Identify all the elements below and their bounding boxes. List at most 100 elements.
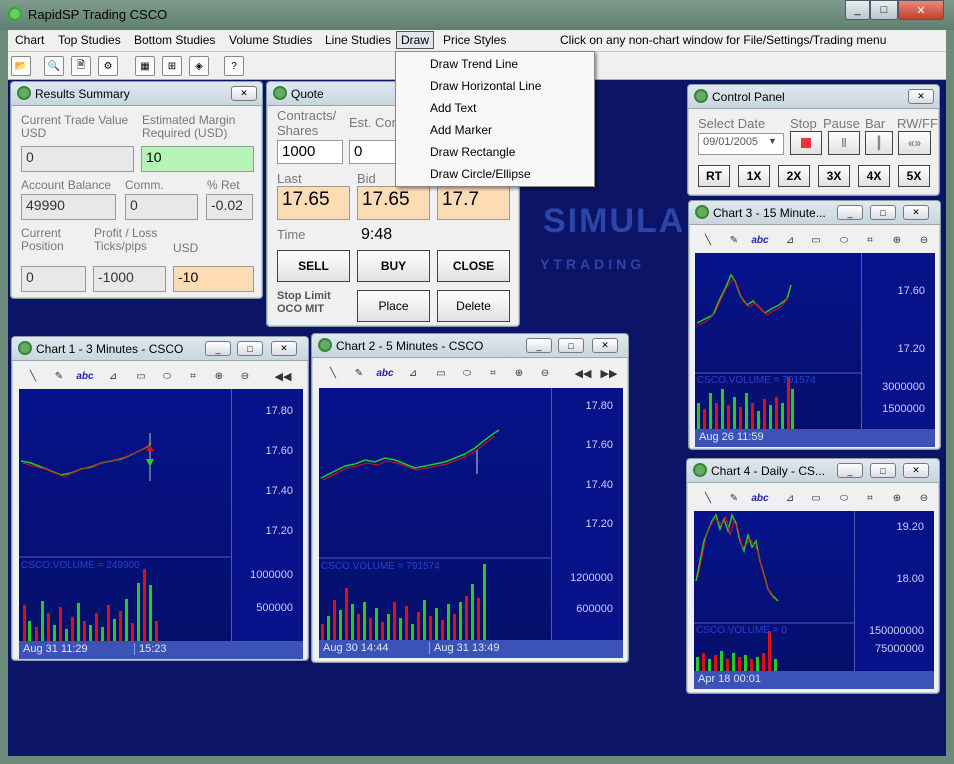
menu-price-styles[interactable]: Price Styles	[443, 33, 506, 47]
close-button[interactable]: ✕	[898, 0, 944, 20]
delete-button[interactable]: Delete	[437, 290, 510, 322]
speed-rt-button[interactable]: RT	[698, 165, 730, 187]
menu-item-draw-circle-ellipse[interactable]: Draw Circle/Ellipse	[430, 167, 531, 181]
minimize-button[interactable]: _	[845, 0, 870, 20]
zoom-out-icon[interactable]: ⊖	[915, 489, 933, 507]
ellipse-icon[interactable]: ⬭	[158, 367, 176, 385]
text-icon[interactable]: abc	[751, 231, 769, 249]
maximize-button[interactable]: □	[870, 0, 898, 20]
speed-3x-button[interactable]: 3X	[818, 165, 850, 187]
pencil-icon[interactable]: ✎	[725, 489, 743, 507]
menu-volume-studies[interactable]: Volume Studies	[229, 33, 312, 47]
scroll-right-icon[interactable]: ▶▶	[600, 364, 618, 382]
zoom-in-icon[interactable]: ⊕	[510, 364, 528, 382]
text-icon[interactable]: abc	[76, 367, 94, 385]
close-position-button[interactable]: CLOSE	[437, 250, 510, 282]
crosshair-icon[interactable]: ⌗	[861, 231, 879, 249]
properties-icon[interactable]: ⚙	[98, 56, 118, 76]
sell-button[interactable]: SELL	[277, 250, 350, 282]
close-icon[interactable]: ✕	[903, 205, 929, 220]
close-icon[interactable]: ✕	[908, 89, 934, 104]
help-icon[interactable]: ?	[224, 56, 244, 76]
buy-button[interactable]: BUY	[357, 250, 430, 282]
trend-line-icon[interactable]: ╲	[699, 231, 717, 249]
menu-chart[interactable]: Chart	[15, 33, 44, 47]
speed-2x-button[interactable]: 2X	[778, 165, 810, 187]
rewind-ff-button[interactable]: «»	[898, 131, 931, 155]
pencil-icon[interactable]: ✎	[350, 364, 368, 382]
shares-input[interactable]: 1000	[277, 140, 343, 164]
menu-top-studies[interactable]: Top Studies	[58, 33, 121, 47]
ellipse-icon[interactable]: ⬭	[458, 364, 476, 382]
open-folder-icon[interactable]: 📂	[11, 56, 31, 76]
chart-1-plot[interactable]: CSCO.VOLUME = 249900	[19, 389, 231, 641]
zoom-out-icon[interactable]: ⊖	[536, 364, 554, 382]
trend-line-icon[interactable]: ╲	[324, 364, 342, 382]
palette-icon[interactable]: ◈	[189, 56, 209, 76]
menu-item-add-marker[interactable]: Add Marker	[430, 123, 492, 137]
close-icon[interactable]: ✕	[271, 341, 297, 356]
date-axis: Aug 31 11:29 15:23	[19, 641, 303, 659]
speed-5x-button[interactable]: 5X	[898, 165, 930, 187]
crosshair-icon[interactable]: ⌗	[861, 489, 879, 507]
maximize-icon[interactable]: □	[870, 205, 896, 220]
place-button[interactable]: Place	[357, 290, 430, 322]
maximize-icon[interactable]: □	[237, 341, 263, 356]
close-icon[interactable]: ✕	[231, 86, 257, 101]
zoom-out-icon[interactable]: ⊖	[915, 231, 933, 249]
ellipse-icon[interactable]: ⬭	[835, 231, 853, 249]
pencil-icon[interactable]: ✎	[50, 367, 68, 385]
menu-item-draw-trend-line[interactable]: Draw Trend Line	[430, 57, 518, 71]
stop-button[interactable]	[790, 131, 822, 155]
rectangle-icon[interactable]: ▭	[132, 367, 150, 385]
trend-line-icon[interactable]: ╲	[699, 489, 717, 507]
print-preview-icon[interactable]: 🗎	[71, 56, 91, 76]
close-icon[interactable]: ✕	[592, 338, 618, 353]
zoom-in-icon[interactable]: ⊕	[888, 231, 906, 249]
chart-2-plot[interactable]: CSCO.VOLUME = 791574	[319, 388, 551, 640]
chart-3-plot[interactable]: CSCO.VOLUME = 791574	[695, 253, 861, 429]
text-icon[interactable]: abc	[376, 364, 394, 382]
ellipse-icon[interactable]: ⬭	[835, 489, 853, 507]
zoom-in-icon[interactable]: ⊕	[888, 489, 906, 507]
minimize-icon[interactable]: _	[837, 463, 863, 478]
volume-tick: 600000	[576, 603, 613, 615]
pause-button[interactable]: ‖	[828, 131, 860, 155]
calculator-icon[interactable]: ▦	[135, 56, 155, 76]
grid-icon[interactable]: ⊞	[162, 56, 182, 76]
menu-draw[interactable]: Draw	[396, 31, 435, 49]
text-icon[interactable]: abc	[751, 489, 769, 507]
zoom-in-icon[interactable]: ⊕	[210, 367, 228, 385]
crosshair-icon[interactable]: ⌗	[484, 364, 502, 382]
trend-line-icon[interactable]: ╲	[24, 367, 42, 385]
minimize-icon[interactable]: _	[205, 341, 231, 356]
pencil-icon[interactable]: ✎	[725, 231, 743, 249]
menu-item-add-text[interactable]: Add Text	[430, 101, 476, 115]
rectangle-icon[interactable]: ▭	[807, 489, 825, 507]
marker-icon[interactable]: ⊿	[404, 364, 422, 382]
minimize-icon[interactable]: _	[837, 205, 863, 220]
menu-line-studies[interactable]: Line Studies	[325, 33, 391, 47]
scroll-left-icon[interactable]: ◀◀	[574, 364, 592, 382]
close-icon[interactable]: ✕	[903, 463, 929, 478]
crosshair-icon[interactable]: ⌗	[184, 367, 202, 385]
marker-icon[interactable]: ⊿	[781, 489, 799, 507]
zoom-page-icon[interactable]: 🔍	[44, 56, 64, 76]
bar-step-button[interactable]: ┃	[865, 131, 893, 155]
maximize-icon[interactable]: □	[870, 463, 896, 478]
scroll-left-icon[interactable]: ◀◀	[274, 367, 292, 385]
rectangle-icon[interactable]: ▭	[807, 231, 825, 249]
menu-bottom-studies[interactable]: Bottom Studies	[134, 33, 215, 47]
speed-4x-button[interactable]: 4X	[858, 165, 890, 187]
menu-item-draw-rectangle[interactable]: Draw Rectangle	[430, 145, 515, 159]
maximize-icon[interactable]: □	[558, 338, 584, 353]
chart-4-plot[interactable]: CSCO.VOLUME = 0	[694, 511, 854, 671]
zoom-out-icon[interactable]: ⊖	[236, 367, 254, 385]
minimize-icon[interactable]: _	[526, 338, 552, 353]
volume-tick: 3000000	[882, 381, 925, 393]
menu-item-draw-horizontal-line[interactable]: Draw Horizontal Line	[430, 79, 541, 93]
marker-icon[interactable]: ⊿	[104, 367, 122, 385]
marker-icon[interactable]: ⊿	[781, 231, 799, 249]
rectangle-icon[interactable]: ▭	[432, 364, 450, 382]
speed-1x-button[interactable]: 1X	[738, 165, 770, 187]
